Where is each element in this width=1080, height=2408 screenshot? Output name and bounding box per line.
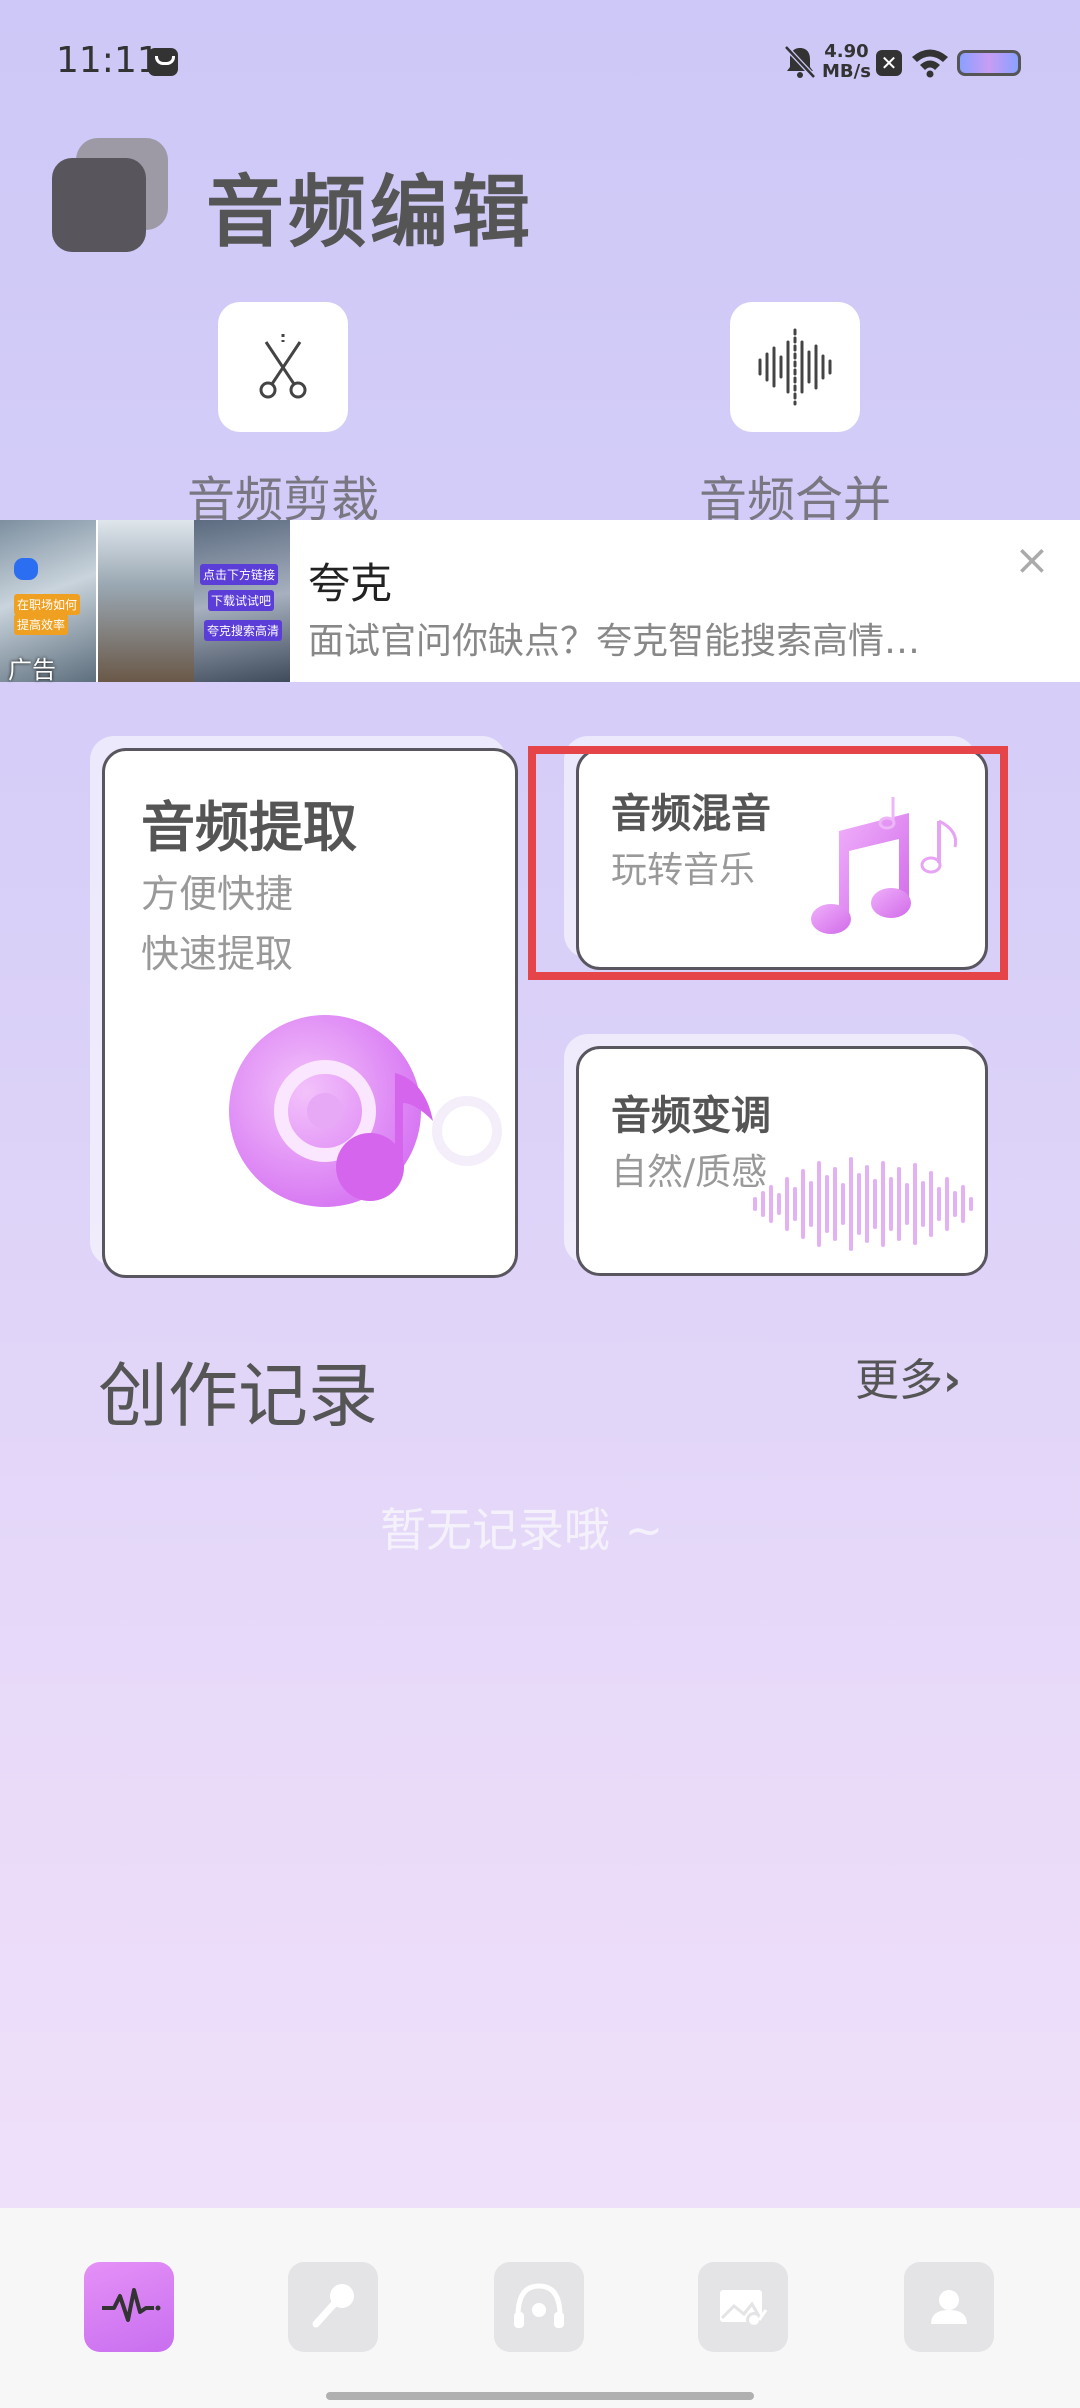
more-link[interactable]: 更多› (855, 1344, 961, 1408)
chevron-right-icon: › (943, 1355, 962, 1406)
highlight-box (528, 746, 1008, 980)
microphone-icon (312, 2284, 354, 2328)
audio-extract-card[interactable]: 音频提取 方便快捷 快速提取 (102, 748, 518, 1278)
scissors-icon (259, 334, 307, 399)
audio-cut-button[interactable] (218, 302, 348, 432)
network-speed-unit: MB/s (822, 61, 871, 82)
waveform-icon (753, 1157, 973, 1251)
bottom-nav (0, 2208, 1080, 2408)
home-indicator[interactable] (326, 2392, 754, 2400)
network-speed-value: 4.90 (824, 41, 869, 62)
audio-pitch-subtitle: 自然/质感 (611, 1152, 768, 1193)
app-logo (52, 158, 146, 252)
profile-icon (931, 2290, 967, 2324)
ad-banner[interactable]: 在职场如何 提高效率 点击下方链接 下载试试吧 夸克搜索高清 广告 夸克 面试官… (0, 520, 1080, 684)
music-disc-icon (229, 1015, 502, 1207)
ad-title[interactable]: 夸克 (308, 550, 392, 611)
audio-pitch-title: 音频变调 (611, 1092, 771, 1139)
ad-sticker-text: 下载试试吧 (208, 590, 275, 611)
nav-headset[interactable] (494, 2262, 584, 2352)
page-title: 音频编辑 (206, 168, 535, 258)
media-icon (720, 2290, 768, 2328)
status-time: 11:11 (56, 40, 160, 81)
nav-microphone[interactable] (288, 2262, 378, 2352)
battery-icon (957, 50, 1021, 76)
close-icon[interactable]: × (1012, 539, 1052, 581)
audio-extract-title: 音频提取 (141, 795, 357, 859)
audio-extract-subtitle: 方便快捷 (141, 872, 294, 916)
waveform-icon (102, 2288, 161, 2322)
more-label: 更多 (855, 1355, 943, 1406)
ad-thumbnail[interactable] (98, 520, 194, 682)
audio-merge-button[interactable] (730, 302, 860, 432)
ad-sticker-text: 夸克搜索高清 (204, 620, 283, 641)
mute-bell-icon (784, 45, 816, 79)
nav-profile[interactable] (904, 2262, 994, 2352)
wifi-icon (912, 49, 948, 78)
sim-x-icon: ✕ (876, 50, 902, 76)
ad-app-icon (14, 558, 38, 580)
nav-media[interactable] (698, 2262, 788, 2352)
headset-icon (514, 2283, 564, 2328)
ad-sticker-text: 在职场如何 (14, 594, 81, 615)
ad-sticker-text: 点击下方链接 (200, 564, 279, 585)
empty-records-text: 暂无记录哦 ~ (380, 1503, 664, 1557)
audio-pitch-card[interactable]: 音频变调 自然/质感 (576, 1046, 988, 1276)
network-speed: 4.90 MB/s (822, 42, 871, 82)
ad-tag: 广告 (8, 656, 56, 684)
ad-sticker-text: 提高效率 (14, 614, 69, 635)
ad-thumbnail[interactable]: 点击下方链接 下载试试吧 夸克搜索高清 (194, 520, 290, 682)
records-title: 创作记录 (98, 1355, 378, 1437)
message-notification-icon (148, 48, 178, 76)
waveform-merge-icon (758, 328, 832, 406)
audio-extract-subtitle-2: 快速提取 (141, 932, 294, 976)
nav-audio-edit[interactable] (84, 2262, 174, 2352)
ad-description[interactable]: 面试官问你缺点？夸克智能搜索高情… (308, 612, 920, 664)
